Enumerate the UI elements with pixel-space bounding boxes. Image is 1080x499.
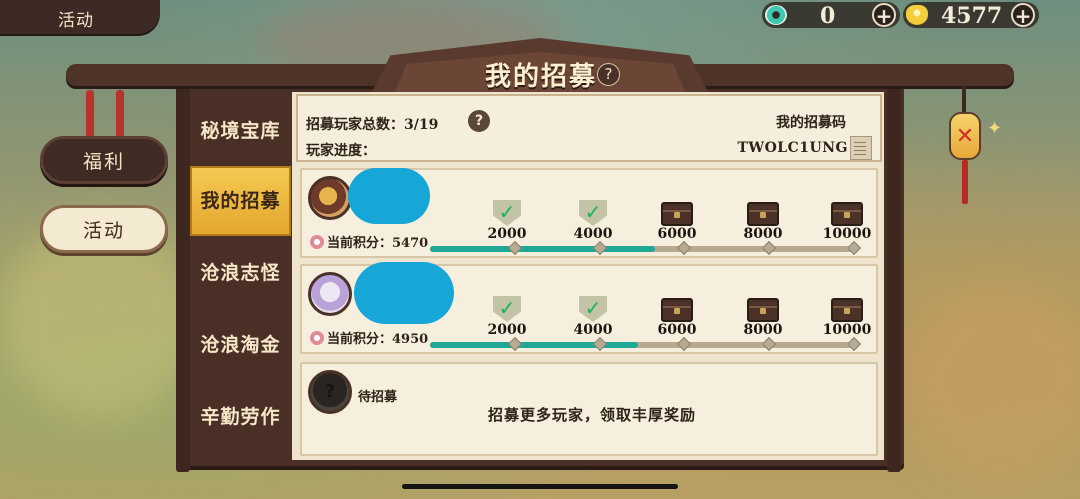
milestone-value: 6000 xyxy=(657,322,697,338)
milestone-value: 4000 xyxy=(573,322,613,338)
milestone-value: 10000 xyxy=(822,322,872,338)
gold-currency: 4577 + xyxy=(903,2,1039,29)
add-gold-button[interactable]: + xyxy=(1011,3,1035,27)
lantern-tassel xyxy=(962,160,968,204)
tab-canglang-tales[interactable]: 沧浪志怪 xyxy=(190,238,291,308)
recruited-player-card: 当前积分：4950 ✓ 2000 ✓ 4000 6000 8000 10000 xyxy=(300,262,878,354)
pending-recruit-card: ? 待招募 招募更多玩家，领取丰厚奖励 xyxy=(300,362,878,456)
lantern-rope xyxy=(962,86,966,112)
side-menu-label: 活动 xyxy=(82,220,125,242)
jade-currency: 0 + xyxy=(762,2,900,29)
milestone-marker xyxy=(762,336,777,352)
sparkle-icon: ✦ xyxy=(987,118,1003,139)
milestone-marker xyxy=(592,240,607,256)
frame-pillar xyxy=(887,80,901,472)
milestone-value: 8000 xyxy=(743,322,783,338)
close-lantern-button[interactable]: ✕ xyxy=(949,112,981,160)
redacted-name xyxy=(348,168,430,224)
milestone-value: 4000 xyxy=(573,226,613,242)
current-score: 当前积分：4950 xyxy=(310,328,428,347)
milestone-value: 10000 xyxy=(822,226,872,242)
top-tab[interactable]: 活动 xyxy=(0,0,160,34)
check-icon: ✓ xyxy=(584,200,602,224)
current-score-text: 当前积分：4950 xyxy=(327,332,429,347)
milestone-marker xyxy=(677,240,692,256)
hanging-rope xyxy=(116,90,124,140)
treasure-chest-icon xyxy=(661,298,693,322)
side-menu-label: 福利 xyxy=(82,151,125,173)
check-icon: ✓ xyxy=(498,296,516,320)
milestone-value: 2000 xyxy=(487,226,527,242)
background-blob xyxy=(900,280,1080,480)
milestone-marker xyxy=(762,240,777,256)
treasure-chest-icon xyxy=(831,298,863,322)
total-recruits-label: 招募玩家总数：3/19 xyxy=(306,117,439,133)
milestone-marker xyxy=(846,336,862,352)
unknown-player-icon: ? xyxy=(324,381,336,402)
check-icon: ✓ xyxy=(498,200,516,224)
milestone-marker xyxy=(507,336,522,352)
milestone-value: 8000 xyxy=(743,226,783,242)
points-icon xyxy=(310,235,324,249)
page-title: 我的招募 xyxy=(485,62,598,92)
jade-amount: 0 xyxy=(820,3,836,29)
recruited-player-card: 当前积分：5470 ✓ 2000 ✓ 4000 6000 8000 10000 xyxy=(300,168,878,258)
points-icon xyxy=(310,331,324,345)
milestone-value: 2000 xyxy=(487,322,527,338)
recruit-code-value: TWOLC1UNG xyxy=(737,140,848,156)
redacted-name xyxy=(354,262,454,324)
score-progress-bar xyxy=(430,336,862,352)
recruit-more-message: 招募更多玩家，领取丰厚奖励 xyxy=(488,406,697,424)
empty-avatar[interactable]: ? xyxy=(308,370,352,414)
copy-icon[interactable] xyxy=(850,136,872,160)
tab-canglang-gold[interactable]: 沧浪淘金 xyxy=(190,310,291,380)
side-menu-welfare[interactable]: 福利 xyxy=(40,136,168,184)
milestone-marker xyxy=(846,240,862,256)
add-jade-button[interactable]: + xyxy=(872,3,896,27)
tab-list: 秘境宝库 我的招募 沧浪志怪 沧浪淘金 辛勤劳作 xyxy=(190,92,291,460)
tab-my-recruits[interactable]: 我的招募 xyxy=(190,166,291,236)
milestone-marker xyxy=(507,240,522,256)
frame-pillar xyxy=(176,80,190,472)
score-progress-fill xyxy=(430,246,655,252)
treasure-chest-icon xyxy=(661,202,693,226)
tab-hard-work[interactable]: 辛勤劳作 xyxy=(190,382,291,452)
score-progress-bar xyxy=(430,240,862,256)
recruit-summary: 招募玩家总数：3/19 玩家进度： ? 我的招募码 TWOLC1UNG xyxy=(296,94,882,162)
treasure-chest-icon xyxy=(747,298,779,322)
hanging-rope xyxy=(86,90,94,140)
rules-help-icon[interactable]: ? xyxy=(468,110,490,132)
side-menu-activity[interactable]: 活动 xyxy=(40,205,168,253)
gold-ingot-icon xyxy=(906,5,928,25)
help-icon[interactable]: ? xyxy=(597,63,620,86)
player-progress-label: 玩家进度： xyxy=(306,143,376,159)
recruit-code-label: 我的招募码 xyxy=(776,115,846,131)
player-avatar xyxy=(308,176,352,220)
player-avatar xyxy=(308,272,352,316)
milestone-marker xyxy=(677,336,692,352)
tab-secret-treasury[interactable]: 秘境宝库 xyxy=(190,96,291,166)
jade-coin-icon xyxy=(765,5,787,25)
close-icon: ✕ xyxy=(955,124,975,149)
milestone-marker xyxy=(592,336,607,352)
current-score: 当前积分：5470 xyxy=(310,232,428,251)
current-score-text: 当前积分：5470 xyxy=(327,236,429,251)
pending-label: 待招募 xyxy=(358,390,398,405)
gold-amount: 4577 xyxy=(941,3,1003,29)
top-tab-label: 活动 xyxy=(58,11,94,31)
home-indicator xyxy=(402,484,678,489)
check-icon: ✓ xyxy=(584,296,602,320)
treasure-chest-icon xyxy=(747,202,779,226)
milestone-value: 6000 xyxy=(657,226,697,242)
treasure-chest-icon xyxy=(831,202,863,226)
